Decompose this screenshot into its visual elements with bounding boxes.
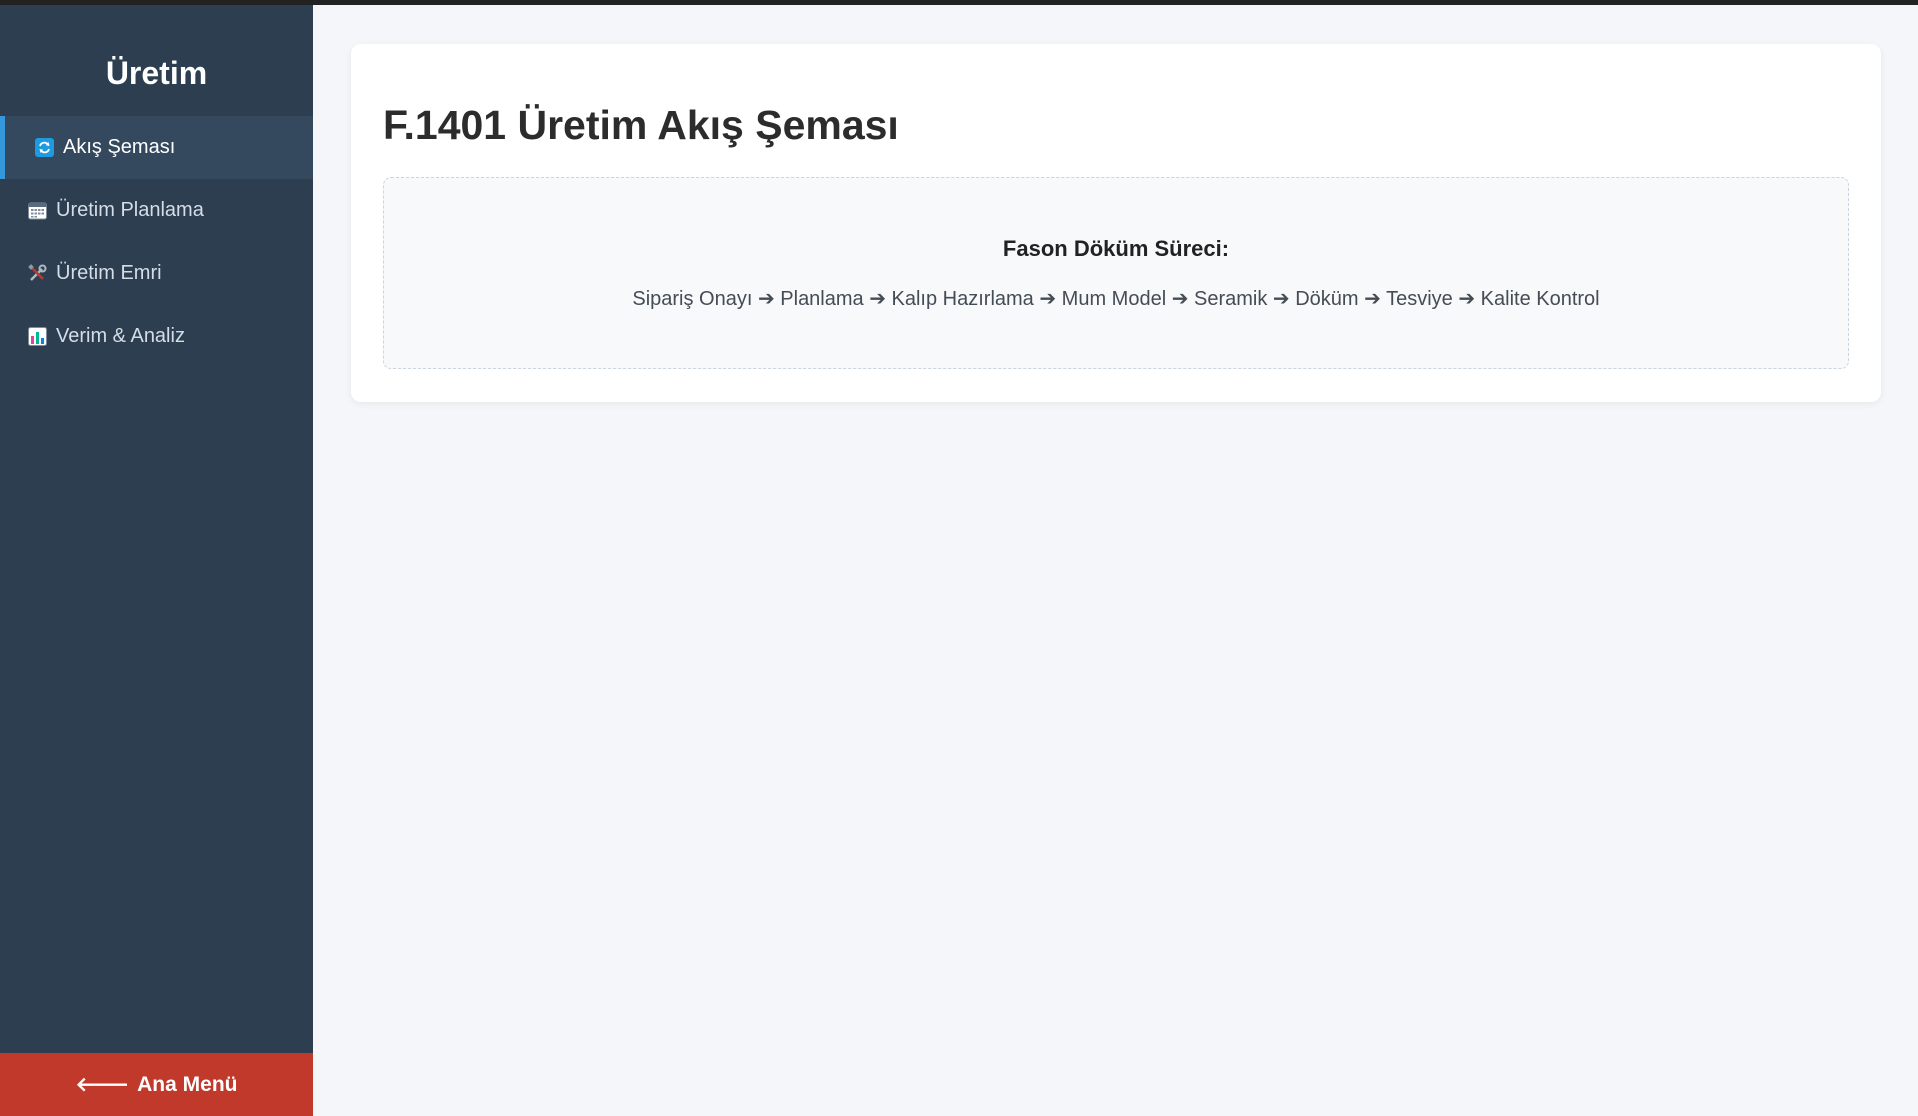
sidebar-item-label: Üretim Planlama [56,199,204,221]
main-card: F.1401 Üretim Akış Şeması Fason Döküm Sü… [351,44,1881,402]
home-menu-button[interactable]: 🡐 Ana Menü [0,1053,313,1116]
bar-chart-icon [28,327,47,346]
sidebar-item-uretim-planlama[interactable]: Üretim Planlama [0,179,313,242]
flow-diagram-box: Fason Döküm Süreci: Sipariş Onayı ➔ Plan… [383,177,1849,369]
sidebar: Üretim Akış Şeması Üretim Planlama Üreti… [0,5,313,1116]
sidebar-item-akis-semasi[interactable]: Akış Şeması [0,116,313,179]
sidebar-title: Üretim [105,55,208,91]
tools-icon [28,264,47,283]
sidebar-item-verim-analiz[interactable]: Verim & Analiz [0,305,313,368]
refresh-icon [35,138,54,157]
page-title: F.1401 Üretim Akış Şeması [383,102,899,148]
sidebar-item-label: Akış Şeması [63,136,176,158]
flow-steps: Sipariş Onayı ➔ Planlama ➔ Kalıp Hazırla… [632,288,1600,310]
arrow-left-icon: 🡐 [75,1074,130,1096]
sidebar-item-label: Üretim Emri [56,262,162,284]
home-menu-label: Ana Menü [137,1072,238,1096]
flow-title: Fason Döküm Süreci: [1002,236,1230,261]
sidebar-item-label: Verim & Analiz [56,325,185,347]
sidebar-item-uretim-emri[interactable]: Üretim Emri [0,242,313,305]
calendar-icon [28,201,47,220]
